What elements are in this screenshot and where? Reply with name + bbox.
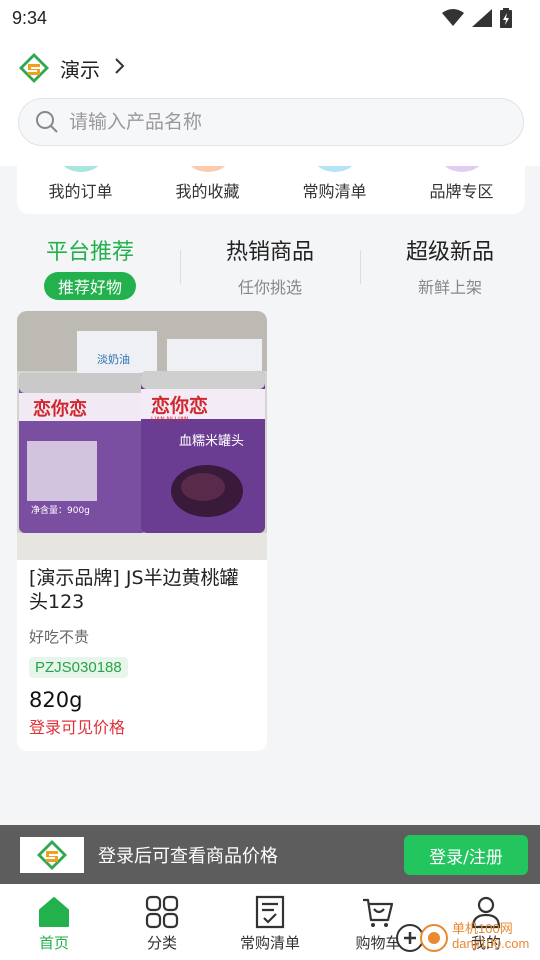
quick-item-my-favorites[interactable]: 我的收藏: [148, 166, 268, 214]
tab-hot-products[interactable]: 热销商品 任你挑选: [180, 226, 360, 302]
quick-menu: 我的订单 我的收藏 常购清单 品牌专区: [17, 166, 525, 214]
quick-item-label: 品牌专区: [429, 182, 494, 201]
quick-item-label: 我的收藏: [175, 182, 240, 201]
product-image[interactable]: 淡奶油 恋你恋 净含量：900g 恋你恋 LIAN NI LIAN 血糯米罐头: [17, 311, 267, 560]
tab-platform-recommend[interactable]: 平台推荐 推荐好物: [0, 226, 180, 302]
tab-subtitle: 推荐好物: [43, 272, 136, 300]
frequent-list-icon: [312, 166, 357, 172]
signal-icon: [472, 9, 492, 27]
battery-icon: [500, 8, 512, 28]
product-code-badge: PZJS030188: [29, 657, 128, 678]
quick-item-label: 我的订单: [48, 182, 113, 201]
favorites-icon: [185, 166, 230, 172]
quick-item-my-orders[interactable]: 我的订单: [21, 166, 141, 214]
can-product-text: 血糯米罐头: [179, 434, 244, 449]
tab-title: 超级新品: [405, 240, 494, 265]
watermark: 单机100网 danji100.com: [392, 912, 540, 960]
nav-label: 首页: [38, 934, 69, 952]
search-input[interactable]: [69, 111, 489, 133]
tab-title: 热销商品: [225, 240, 314, 265]
product-description: 好吃不贵: [29, 628, 90, 646]
home-icon: [39, 897, 69, 927]
quick-item-brand-zone[interactable]: 品牌专区: [402, 166, 522, 214]
product-card[interactable]: 淡奶油 恋你恋 净含量：900g 恋你恋 LIAN NI LIAN 血糯米罐头 …: [17, 311, 267, 751]
nav-item-category[interactable]: 分类: [108, 884, 216, 960]
cart-icon: [363, 898, 394, 927]
chevron-right-icon: [114, 56, 126, 80]
brand-logo-icon: [37, 839, 67, 870]
recommend-tabs: 平台推荐 推荐好物 热销商品 任你挑选 超级新品 新鲜上架: [0, 226, 540, 302]
list-icon: [255, 895, 285, 929]
header: 演示: [0, 36, 540, 166]
banner-logo: [20, 836, 84, 873]
search-icon: [36, 111, 58, 133]
nav-label: 常购清单: [239, 934, 300, 952]
brand-zone-icon: [439, 166, 484, 172]
login-register-button[interactable]: 登录/注册: [404, 835, 528, 875]
category-grid-icon: [145, 895, 179, 929]
tab-subtitle: 新鲜上架: [417, 278, 482, 297]
tab-title: 平台推荐: [45, 240, 134, 265]
brand-logo-icon: [19, 53, 49, 83]
nav-item-home[interactable]: 首页: [0, 884, 108, 960]
can-brand-text-left: 恋你恋: [33, 398, 87, 420]
login-banner-text: 登录后可查看商品价格: [98, 845, 278, 867]
quick-item-frequent-list[interactable]: 常购清单: [275, 166, 395, 214]
product-title: [演示品牌] JS半边黄桃罐头123: [29, 567, 239, 613]
box-text: 淡奶油: [97, 352, 130, 366]
can-brand-text-right: 恋你恋: [151, 394, 208, 417]
product-weight: 820g: [29, 688, 83, 712]
can-latin-text: LIAN NI LIAN: [151, 416, 188, 423]
tab-subtitle: 任你挑选: [237, 278, 302, 297]
login-banner: 登录后可查看商品价格 登录/注册: [0, 825, 540, 884]
status-time: 9:34: [12, 7, 48, 28]
watermark-line2: danji100.com: [452, 936, 530, 951]
quick-item-label: 常购清单: [302, 182, 367, 201]
brand-selector[interactable]: 演示: [18, 50, 126, 86]
nav-label: 分类: [146, 934, 177, 952]
tab-new-products[interactable]: 超级新品 新鲜上架: [360, 226, 540, 302]
status-icons: [442, 8, 512, 28]
status-bar: 9:34: [0, 0, 540, 36]
wifi-icon: [442, 9, 464, 26]
brand-name: 演示: [60, 57, 100, 82]
orders-icon: [58, 166, 103, 172]
watermark-logo-icon: [396, 924, 448, 952]
watermark-line1: 单机100网: [452, 921, 513, 936]
search-bar[interactable]: [18, 98, 524, 146]
price-login-notice: 登录可见价格: [29, 718, 126, 737]
net-weight-text: 净含量：900g: [31, 504, 90, 516]
nav-item-frequent-list[interactable]: 常购清单: [216, 884, 324, 960]
